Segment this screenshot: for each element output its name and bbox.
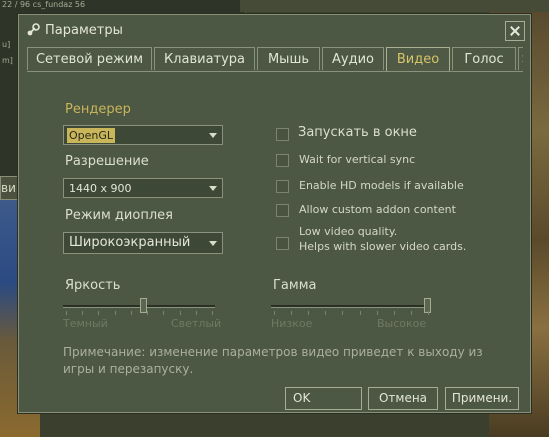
- hd-models-checkbox[interactable]: [276, 180, 289, 193]
- cancel-button[interactable]: Отмена: [368, 387, 438, 410]
- gamma-slider-tick: [325, 311, 327, 315]
- brightness-slider-tick: [82, 311, 84, 315]
- display-mode-label: Режим диоплея: [65, 208, 173, 223]
- gamma-slider-tick: [291, 311, 293, 315]
- display-mode-value: Широкоэкранный: [69, 235, 191, 250]
- tab-more[interactable]: S: [518, 47, 523, 70]
- options-dialog: Параметры Сетевой режим Клавиатура Мышь …: [18, 14, 531, 413]
- gamma-max-label: Высокое: [377, 317, 427, 330]
- gamma-label: Гамма: [273, 278, 317, 293]
- gamma-slider-track[interactable]: [271, 305, 431, 308]
- vsync-label: Wait for vertical sync: [299, 153, 416, 166]
- low-quality-label: Low video quality.: [299, 225, 398, 238]
- run-windowed-label: Запускать в окне: [298, 125, 417, 140]
- steam-logo-icon: [27, 23, 40, 36]
- addon-content-label: Allow custom addon content: [299, 203, 456, 216]
- brightness-slider-tick: [98, 311, 100, 315]
- console-line: 22 / 96 cs_fundaz 56: [2, 0, 86, 9]
- tab-divider: [27, 71, 523, 72]
- chevron-down-icon: [209, 186, 217, 191]
- brightness-max-label: Светлый: [171, 317, 222, 330]
- brightness-slider-tick: [147, 311, 149, 315]
- tab-bar: Сетевой режим Клавиатура Мышь Аудио Виде…: [27, 47, 523, 72]
- run-windowed-checkbox[interactable]: [276, 128, 289, 141]
- video-change-note: Примечание: изменение параметров видео п…: [63, 345, 483, 376]
- brightness-slider-tick: [130, 311, 132, 315]
- brightness-label: Яркость: [65, 278, 121, 293]
- resolution-value: 1440 x 900: [69, 182, 132, 195]
- brightness-slider-tick: [66, 311, 67, 315]
- low-quality-sublabel: Helps with slower video cards.: [299, 240, 467, 253]
- gamma-slider-tick: [359, 311, 361, 315]
- ok-button[interactable]: OK: [285, 387, 362, 410]
- chevron-down-icon: [209, 133, 217, 138]
- brightness-slider-tick: [195, 311, 197, 315]
- dialog-title: Параметры: [45, 23, 123, 38]
- chevron-down-icon: [209, 241, 217, 246]
- brightness-slider-tick: [212, 311, 213, 315]
- gamma-slider-tick: [342, 311, 344, 315]
- brightness-min-label: Темный: [63, 317, 108, 330]
- tab-video[interactable]: Видео: [386, 47, 450, 72]
- gamma-slider-tick: [410, 311, 412, 315]
- brightness-slider-tick: [179, 311, 181, 315]
- hd-models-label: Enable HD models if available: [299, 179, 464, 192]
- tab-multiplayer[interactable]: Сетевой режим: [27, 47, 152, 70]
- gamma-slider-tick: [274, 311, 275, 315]
- addon-content-checkbox[interactable]: [276, 204, 289, 217]
- brightness-slider-tick: [114, 311, 116, 315]
- tab-mouse[interactable]: Мышь: [257, 47, 320, 70]
- brightness-slider-thumb[interactable]: [139, 298, 147, 313]
- gamma-min-label: Низкое: [271, 317, 313, 330]
- gamma-slider-tick: [308, 311, 310, 315]
- resolution-label: Разрешение: [65, 154, 149, 169]
- tab-keyboard[interactable]: Клавиатура: [154, 47, 255, 70]
- renderer-label: Рендерер: [65, 102, 131, 117]
- title-bar[interactable]: Параметры: [19, 15, 530, 45]
- display-mode-dropdown[interactable]: Широкоэкранный: [63, 232, 223, 254]
- gamma-slider-tick: [428, 311, 429, 315]
- console-line: u]: [2, 40, 11, 49]
- background-strip: [240, 0, 549, 12]
- tab-audio[interactable]: Аудио: [322, 47, 384, 70]
- renderer-dropdown[interactable]: OpenGL: [63, 125, 223, 145]
- gamma-slider-tick: [376, 311, 378, 315]
- console-line: m]: [2, 56, 13, 65]
- resolution-dropdown[interactable]: 1440 x 900: [63, 178, 223, 198]
- tab-voice[interactable]: Голос: [452, 47, 516, 70]
- vsync-checkbox[interactable]: [276, 154, 289, 167]
- apply-button[interactable]: Примени.: [445, 387, 519, 410]
- brightness-slider-tick: [163, 311, 165, 315]
- close-icon[interactable]: [505, 21, 525, 41]
- gamma-slider-tick: [393, 311, 395, 315]
- low-quality-checkbox[interactable]: [276, 237, 289, 250]
- renderer-value: OpenGL: [67, 128, 116, 143]
